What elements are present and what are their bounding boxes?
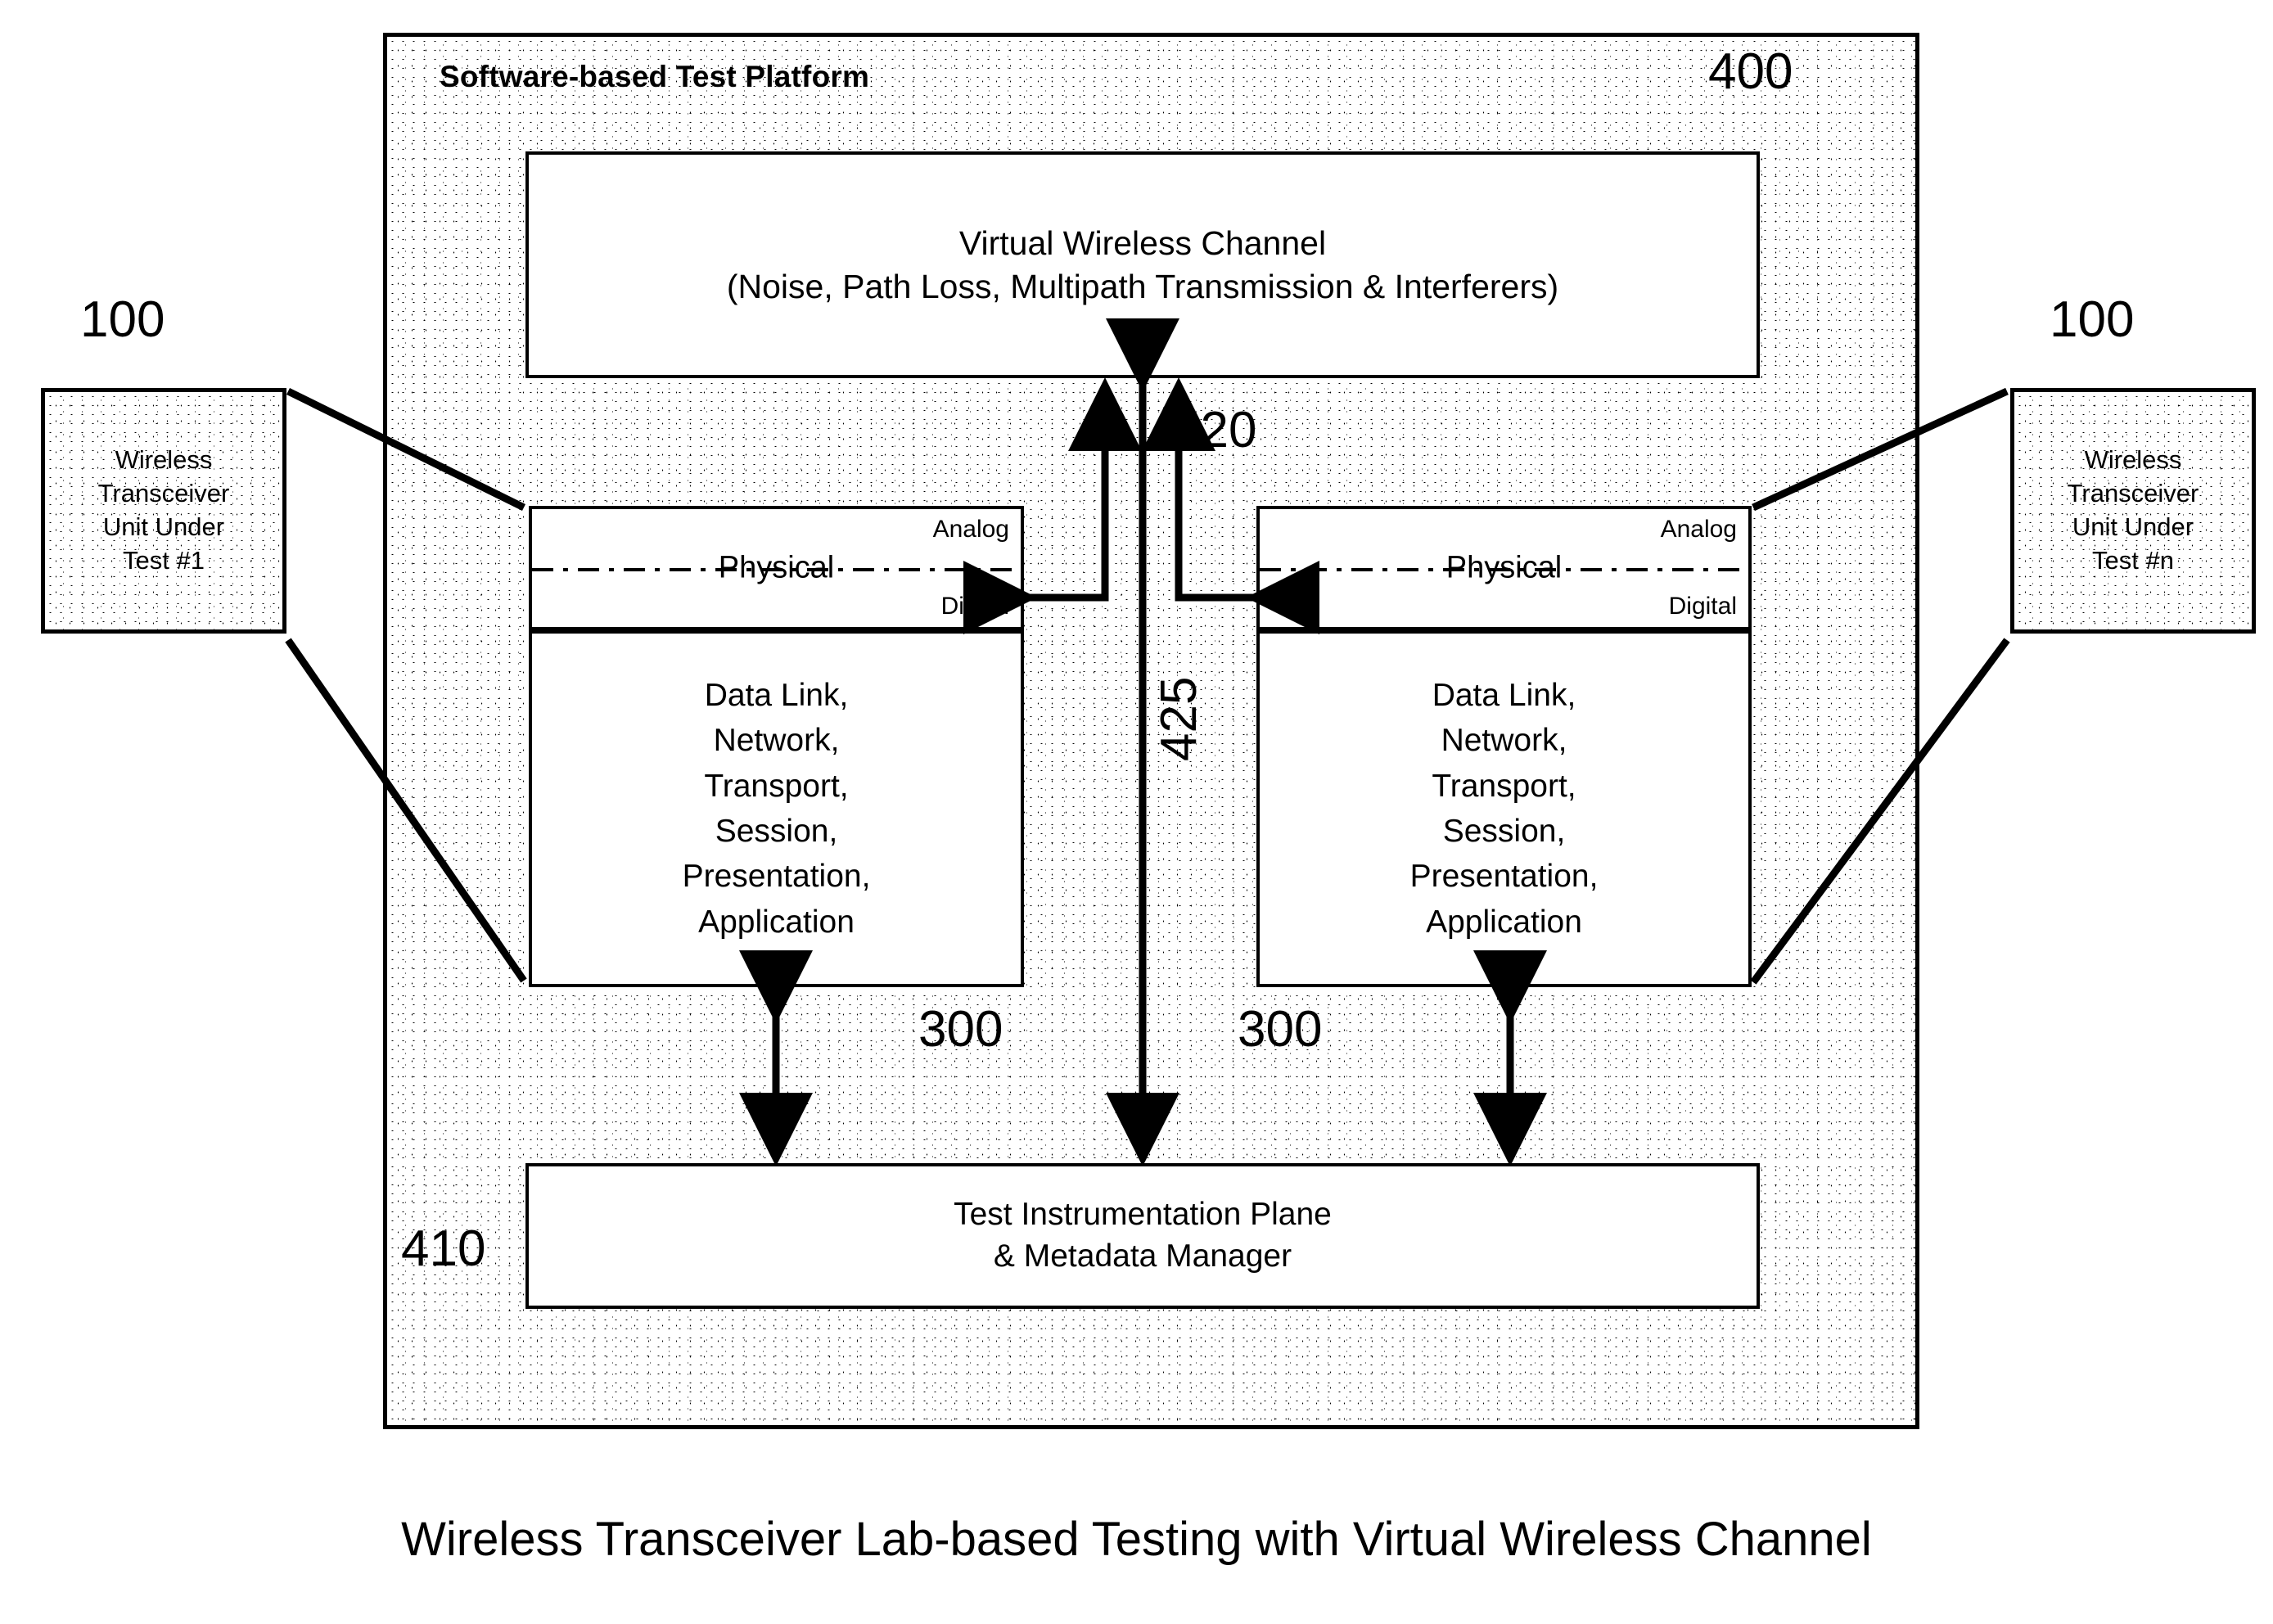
reference-numeral-100-left: 100 — [80, 291, 165, 348]
protocol-stack-layers-left: Data Link, Network, Transport, Session, Pres… — [682, 677, 871, 940]
wireless-transceiver-unit-under-test-1: Wireless Transceiver Unit Under Test #1 — [41, 388, 286, 634]
instrumentation-subtitle: & Metadata Manager — [993, 1238, 1292, 1274]
analog-label-left: Analog — [932, 516, 1009, 543]
protocol-stack-box-right: Data Link, Network, Transport, Session, Pres… — [1256, 630, 1752, 987]
reference-numeral-425: 425 — [1151, 676, 1207, 761]
analog-label-right: Analog — [1660, 516, 1737, 543]
physical-layer-box-right: Physical Analog Digital — [1256, 506, 1752, 630]
virtual-channel-title: Virtual Wireless Channel — [958, 224, 1327, 263]
protocol-stack-box-left: Data Link, Network, Transport, Session, Pres… — [529, 630, 1024, 987]
physical-layer-label-left: Physical — [718, 550, 835, 585]
uut-right-label: Wireless Transceiver Unit Under Test #n — [2067, 445, 2199, 575]
protocol-stack-layers-right: Data Link, Network, Transport, Session, Pres… — [1409, 677, 1599, 940]
uut-left-label: Wireless Transceiver Unit Under Test #1 — [97, 445, 230, 575]
figure-caption: Wireless Transceiver Lab-based Testing w… — [401, 1513, 1872, 1566]
test-instrumentation-plane-box: Test Instrumentation Plane & Metadata Ma… — [525, 1163, 1760, 1309]
instrumentation-title: Test Instrumentation Plane — [954, 1197, 1332, 1233]
digital-label-right: Digital — [1668, 593, 1737, 620]
reference-numeral-410: 410 — [401, 1220, 486, 1277]
virtual-wireless-channel-box: Virtual Wireless Channel (Noise, Path Lo… — [525, 151, 1760, 378]
physical-layer-box-left: Physical Analog Digital — [529, 506, 1024, 630]
reference-numeral-300-left: 300 — [918, 1001, 1003, 1058]
platform-title: Software-based Test Platform — [440, 60, 870, 93]
virtual-channel-subtitle: (Noise, Path Loss, Multipath Transmissio… — [726, 267, 1559, 305]
physical-layer-label-right: Physical — [1445, 550, 1563, 585]
reference-numeral-400: 400 — [1708, 43, 1793, 100]
wireless-transceiver-unit-under-test-n: Wireless Transceiver Unit Under Test #n — [2010, 388, 2256, 634]
reference-numeral-420: 420 — [1172, 402, 1257, 458]
reference-numeral-300-right: 300 — [1238, 1001, 1323, 1058]
reference-numeral-100-right: 100 — [2050, 291, 2135, 348]
digital-label-left: Digital — [940, 593, 1009, 620]
